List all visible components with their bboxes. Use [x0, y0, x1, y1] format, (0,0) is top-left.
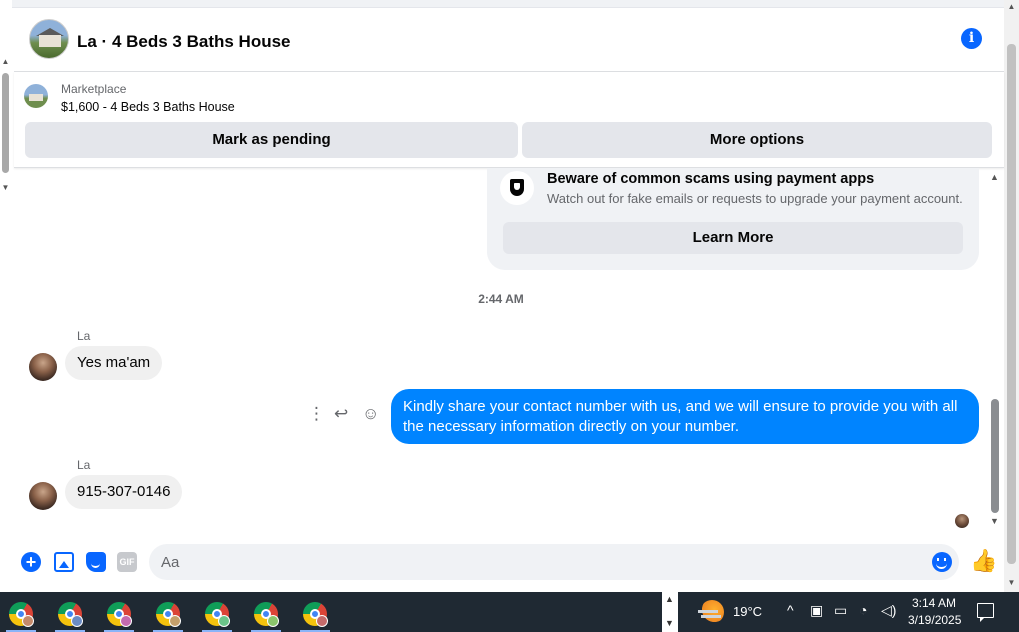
page-scroll-thumb[interactable]	[1007, 44, 1016, 564]
avatar[interactable]	[29, 482, 57, 510]
meet-now-icon[interactable]: ▣	[810, 602, 823, 619]
conversation-header: La · 4 Beds 3 Baths House i	[14, 8, 1004, 72]
thumbs-up-icon[interactable]: 👍	[970, 550, 997, 572]
clock-date[interactable]: 3/19/2025	[908, 613, 961, 627]
chat-scroll-thumb[interactable]	[991, 399, 999, 513]
scam-warning-text: Watch out for fake emails or requests to…	[547, 191, 963, 206]
house-body	[39, 35, 61, 47]
windows-taskbar: ▲ ▼ 19°C ^ ▣ ▭ ◔ ◁) 3:14 AM 3/19/2025	[0, 592, 1019, 632]
message-composer: + GIF 👍	[14, 540, 1004, 584]
outgoing-message[interactable]: Kindly share your contact number with us…	[391, 389, 979, 444]
speaker-icon[interactable]: ◁)	[881, 602, 896, 619]
chevron-up-icon[interactable]: ▲	[665, 594, 674, 604]
taskbar-chrome-app[interactable]	[245, 596, 287, 632]
emoji-icon[interactable]	[932, 552, 952, 572]
sender-name: La	[77, 458, 91, 472]
profile-icon	[71, 615, 83, 627]
profile-icon	[267, 615, 279, 627]
plus-icon[interactable]: +	[21, 552, 41, 572]
scam-warning-title: Beware of common scams using payment app…	[547, 171, 875, 187]
chat-scrollbar[interactable]: ▲ ▼	[988, 172, 1002, 528]
page-scrollbar[interactable]: ▲ ▼	[1004, 0, 1019, 592]
taskbar-chrome-app[interactable]	[98, 596, 140, 632]
photo-icon[interactable]	[54, 552, 74, 572]
scroll-up-icon[interactable]: ▲	[1, 57, 10, 66]
profile-icon	[120, 615, 132, 627]
taskbar-chrome-app[interactable]	[196, 596, 238, 632]
seen-indicator-avatar	[955, 514, 969, 528]
learn-more-button[interactable]: Learn More	[503, 222, 963, 254]
sender-name: La	[77, 329, 91, 343]
avatar[interactable]	[29, 353, 57, 381]
clock-time[interactable]: 3:14 AM	[912, 596, 956, 610]
chevron-up-icon[interactable]: ^	[787, 602, 794, 618]
battery-icon[interactable]: ▭	[834, 602, 847, 619]
chevron-down-icon[interactable]: ▼	[665, 618, 674, 628]
incoming-message[interactable]: Yes ma'am	[65, 346, 163, 380]
left-scrollbar[interactable]: ▲ ▼	[0, 55, 11, 195]
scroll-down-icon[interactable]: ▼	[1, 183, 10, 192]
message-timestamp: 2:44 AM	[478, 292, 524, 306]
weather-icon[interactable]	[698, 600, 724, 624]
notification-icon[interactable]	[977, 603, 994, 622]
gif-icon[interactable]: GIF	[117, 552, 137, 572]
taskbar-chrome-app[interactable]	[49, 596, 91, 632]
scroll-down-icon[interactable]: ▼	[990, 516, 999, 526]
sticker-icon[interactable]	[86, 552, 106, 572]
profile-icon	[316, 615, 328, 627]
message-input[interactable]	[149, 544, 959, 580]
weather-temperature[interactable]: 19°C	[733, 604, 762, 619]
conversation-avatar[interactable]	[29, 19, 69, 59]
profile-icon	[169, 615, 181, 627]
mark-as-pending-button[interactable]: Mark as pending	[25, 122, 518, 158]
more-vertical-icon[interactable]: ⋮	[308, 404, 325, 424]
incoming-message[interactable]: 915-307-0146	[65, 475, 183, 509]
scroll-up-icon[interactable]: ▲	[1007, 2, 1016, 11]
taskbar-scroll[interactable]: ▲ ▼	[662, 592, 678, 632]
more-options-button[interactable]: More options	[522, 122, 992, 158]
taskbar-chrome-app[interactable]	[294, 596, 336, 632]
conversation-title[interactable]: La · 4 Beds 3 Baths House	[77, 32, 291, 52]
react-emoji-icon[interactable]: ☺	[362, 404, 379, 424]
scam-warning-card: Beware of common scams using payment app…	[487, 168, 979, 270]
window-top-strip	[12, 0, 1004, 8]
reply-icon[interactable]: ↩	[334, 404, 348, 424]
listing-title[interactable]: $1,600 - 4 Beds 3 Baths House	[61, 100, 235, 114]
marketplace-listing-bar: Marketplace $1,600 - 4 Beds 3 Baths Hous…	[14, 72, 1004, 168]
scroll-up-icon[interactable]: ▲	[990, 172, 999, 182]
profile-icon	[218, 615, 230, 627]
listing-source-label: Marketplace	[61, 82, 127, 96]
house-body	[29, 94, 43, 101]
profile-icon	[22, 615, 34, 627]
messenger-window: ▲ ▼ ▲ ▼ La · 4 Beds 3 Baths House i Mark…	[0, 0, 1019, 632]
shield-icon-wrap	[500, 171, 534, 205]
listing-thumbnail[interactable]	[24, 84, 48, 108]
info-icon[interactable]: i	[961, 28, 982, 49]
scroll-down-icon[interactable]: ▼	[1007, 578, 1016, 587]
taskbar-chrome-app[interactable]	[147, 596, 189, 632]
wifi-icon[interactable]: ◔	[859, 602, 867, 618]
shield-icon	[510, 179, 524, 196]
left-scroll-thumb[interactable]	[2, 73, 9, 173]
taskbar-chrome-app[interactable]	[0, 596, 42, 632]
